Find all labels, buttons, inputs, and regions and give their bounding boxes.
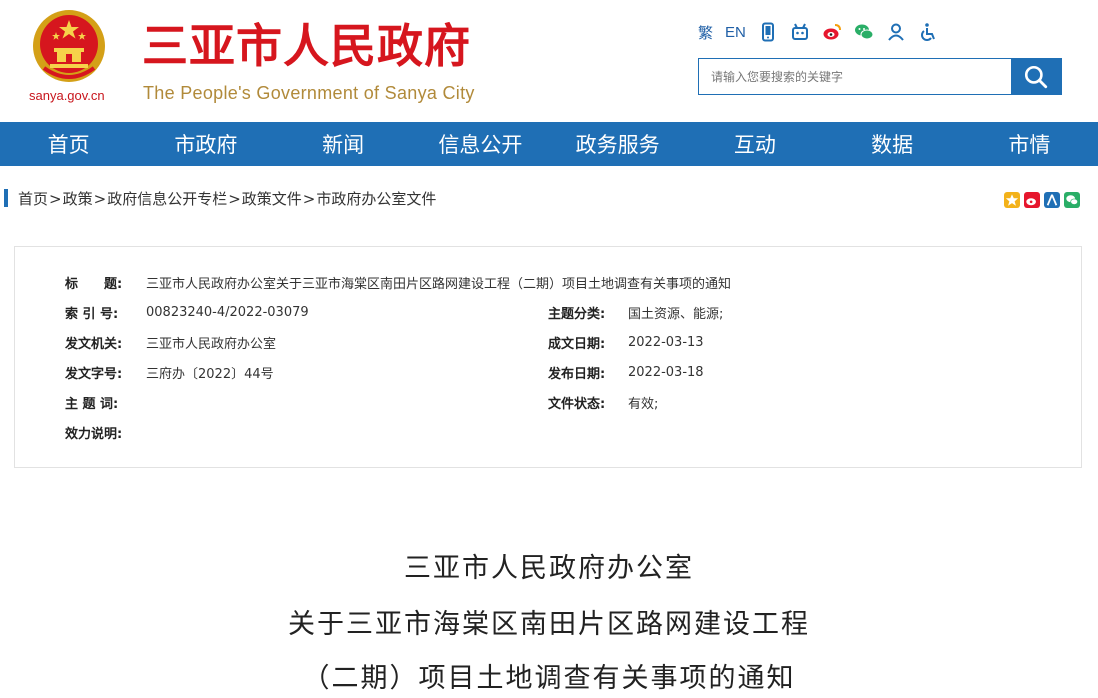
meta-topic-label: 主题分类: [548,306,606,322]
search-box [698,58,1062,95]
nav-item-city-info[interactable]: 市情 [961,122,1098,166]
meta-status-label: 文件状态: [548,396,606,412]
renren-share-icon[interactable] [1044,192,1060,208]
wechat-share-icon[interactable] [1064,192,1080,208]
nav-item-services[interactable]: 政务服务 [549,122,686,166]
weibo-icon[interactable] [822,22,842,42]
user-icon[interactable] [886,22,906,42]
main-nav: 首页 市政府 新闻 信息公开 政务服务 互动 数据 市情 [0,122,1098,166]
traditional-chinese-link[interactable]: 繁 [698,22,713,43]
meta-keywords-label: 主 题 词: [65,396,119,412]
breadcrumb-separator: > [49,189,62,208]
search-input[interactable] [699,59,1011,94]
meta-row-docno: 发文字号: 三府办〔2022〕44号 发布日期: 2022-03-18 [15,357,1081,387]
meta-title-label: 标 题: [65,276,123,292]
breadcrumb: 首页 > 政策 > 政府信息公开专栏 > 政策文件 > 市政府办公室文件 [18,188,436,209]
nav-item-disclosure[interactable]: 信息公开 [412,122,549,166]
meta-index-label: 索 引 号: [65,306,119,322]
meta-docno-label: 发文字号: [65,366,123,382]
nav-item-news[interactable]: 新闻 [275,122,412,166]
wechat-icon[interactable] [854,22,874,42]
breadcrumb-office-docs[interactable]: 市政府办公室文件 [316,188,436,209]
national-emblem-icon[interactable] [30,8,108,86]
mobile-icon[interactable] [758,22,778,42]
meta-validity-label: 效力说明: [65,426,123,442]
meta-created-value: 2022-03-13 [628,334,704,350]
breadcrumb-home[interactable]: 首页 [18,188,48,209]
meta-row-title: 标 题: 三亚市人民政府办公室关于三亚市海棠区南田片区路网建设工程（二期）项目土… [15,267,1081,297]
document-title-line-3: （二期）项目土地调查有关事项的通知 [302,663,796,694]
search-button[interactable] [1011,59,1061,94]
breadcrumb-marker [4,189,8,207]
site-header: sanya.gov.cn 三亚市人民政府 The People's Govern… [0,0,1098,122]
meta-issuer-value: 三亚市人民政府办公室 [146,336,277,352]
site-title[interactable]: 三亚市人民政府 [142,16,471,76]
meta-row-index: 索 引 号: 00823240-4/2022-03079 主题分类: 国土资源、… [15,297,1081,327]
search-icon [1024,65,1048,88]
breadcrumb-separator: > [93,189,107,208]
meta-row-issuer: 发文机关: 三亚市人民政府办公室 成文日期: 2022-03-13 [15,327,1081,357]
utility-bar: 繁 EN [698,20,938,44]
meta-published-value: 2022-03-18 [628,364,704,380]
weibo-share-icon[interactable] [1024,192,1040,208]
meta-row-validity: 效力说明: [15,417,1081,447]
breadcrumb-separator: > [302,189,316,208]
qzone-share-icon[interactable] [1004,192,1020,208]
breadcrumb-disclosure[interactable]: 政府信息公开专栏 [107,188,227,209]
document-title-line-2: 关于三亚市海棠区南田片区路网建设工程 [288,609,810,640]
meta-docno-value: 三府办〔2022〕44号 [146,366,274,382]
meta-status-value: 有效; [628,396,659,412]
meta-published-label: 发布日期: [548,366,606,382]
meta-issuer-label: 发文机关: [65,336,123,352]
nav-item-home[interactable]: 首页 [0,122,137,166]
breadcrumb-separator: > [228,189,241,208]
site-title-english: The People's Government of Sanya City [143,83,475,103]
robot-icon[interactable] [790,22,810,42]
nav-item-interaction[interactable]: 互动 [686,122,823,166]
meta-row-keywords: 主 题 词: 文件状态: 有效; [15,387,1081,417]
share-icons [1004,192,1080,208]
nav-item-government[interactable]: 市政府 [137,122,274,166]
nav-item-data[interactable]: 数据 [824,122,961,166]
breadcrumb-bar: 首页 > 政策 > 政府信息公开专栏 > 政策文件 > 市政府办公室文件 [0,180,1098,216]
document-title-line-1: 三亚市人民政府办公室 [404,553,694,584]
meta-title-value: 三亚市人民政府办公室关于三亚市海棠区南田片区路网建设工程（二期）项目土地调查有关… [146,276,732,292]
breadcrumb-policy-docs[interactable]: 政策文件 [242,188,302,209]
meta-created-label: 成文日期: [548,336,606,352]
site-domain: sanya.gov.cn [29,88,105,103]
english-link[interactable]: EN [725,24,746,41]
breadcrumb-policy[interactable]: 政策 [63,188,93,209]
accessibility-icon[interactable] [918,22,938,42]
document-metadata: 标 题: 三亚市人民政府办公室关于三亚市海棠区南田片区路网建设工程（二期）项目土… [14,246,1082,468]
meta-index-value: 00823240-4/2022-03079 [146,304,309,320]
meta-topic-value: 国土资源、能源; [628,306,724,322]
